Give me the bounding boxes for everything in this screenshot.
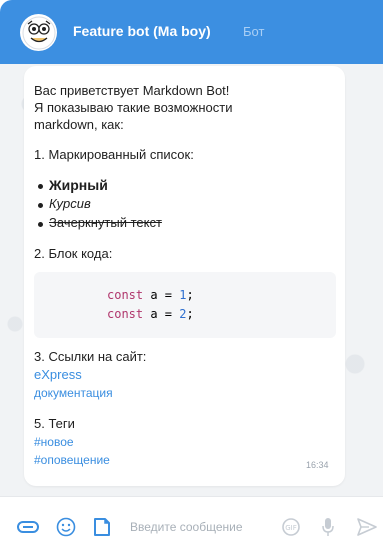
microphone-icon[interactable] bbox=[320, 517, 336, 537]
bot-avatar-icon[interactable] bbox=[20, 14, 57, 51]
code-block bbox=[34, 272, 336, 338]
gif-icon[interactable]: GIF bbox=[280, 517, 302, 537]
message-time: 16:34 bbox=[306, 460, 329, 470]
chat-header: Feature bot (Ma boy) Бот bbox=[0, 0, 383, 64]
link-documentation[interactable]: документация bbox=[34, 384, 113, 402]
intro-line-2: Я показываю такие возможности bbox=[34, 100, 233, 115]
bullet-bold: Жирный bbox=[49, 177, 108, 193]
sticker-icon[interactable] bbox=[92, 517, 112, 537]
chat-title[interactable]: Feature bot (Ma boy) bbox=[73, 23, 211, 39]
code-end: ; bbox=[186, 288, 194, 302]
emoji-icon[interactable] bbox=[56, 517, 76, 537]
chat-window: Feature bot (Ma boy) Бот Вас приветствуе… bbox=[0, 0, 383, 554]
bullet-dot bbox=[38, 222, 43, 227]
code-line-2: const a = 2; bbox=[107, 306, 194, 322]
svg-text:GIF: GIF bbox=[285, 524, 297, 532]
bullet-dot bbox=[38, 184, 43, 189]
intro-line-1: Вас приветствует Markdown Bot! bbox=[34, 83, 230, 98]
link-express[interactable]: eXpress bbox=[34, 366, 82, 384]
code-keyword: const bbox=[107, 307, 144, 321]
send-icon[interactable] bbox=[356, 517, 378, 537]
bullet-dot bbox=[38, 203, 43, 208]
tag-notification[interactable]: #оповещение bbox=[34, 451, 110, 469]
bullet-strike: Зачеркнутый текст bbox=[49, 215, 162, 230]
message-input[interactable]: Введите сообщение bbox=[130, 520, 243, 534]
bot-badge: Бот bbox=[243, 24, 265, 39]
code-end: ; bbox=[186, 307, 194, 321]
code-text: a = bbox=[143, 307, 180, 321]
code-text: a = bbox=[143, 288, 180, 302]
intro-line-3: markdown, как: bbox=[34, 117, 124, 132]
section-3-title: 3. Ссылки на сайт: bbox=[34, 349, 147, 364]
section-5-title: 5. Теги bbox=[34, 416, 75, 431]
bullet-italic: Курсив bbox=[49, 196, 91, 211]
composer: Введите сообщение GIF bbox=[0, 496, 383, 554]
code-keyword: const bbox=[107, 288, 144, 302]
tag-new[interactable]: #новое bbox=[34, 433, 74, 451]
section-1-title: 1. Маркированный список: bbox=[34, 147, 194, 162]
section-2-title: 2. Блок кода: bbox=[34, 246, 113, 261]
attach-icon[interactable] bbox=[17, 517, 39, 537]
code-line-1: const a = 1; bbox=[107, 287, 194, 303]
